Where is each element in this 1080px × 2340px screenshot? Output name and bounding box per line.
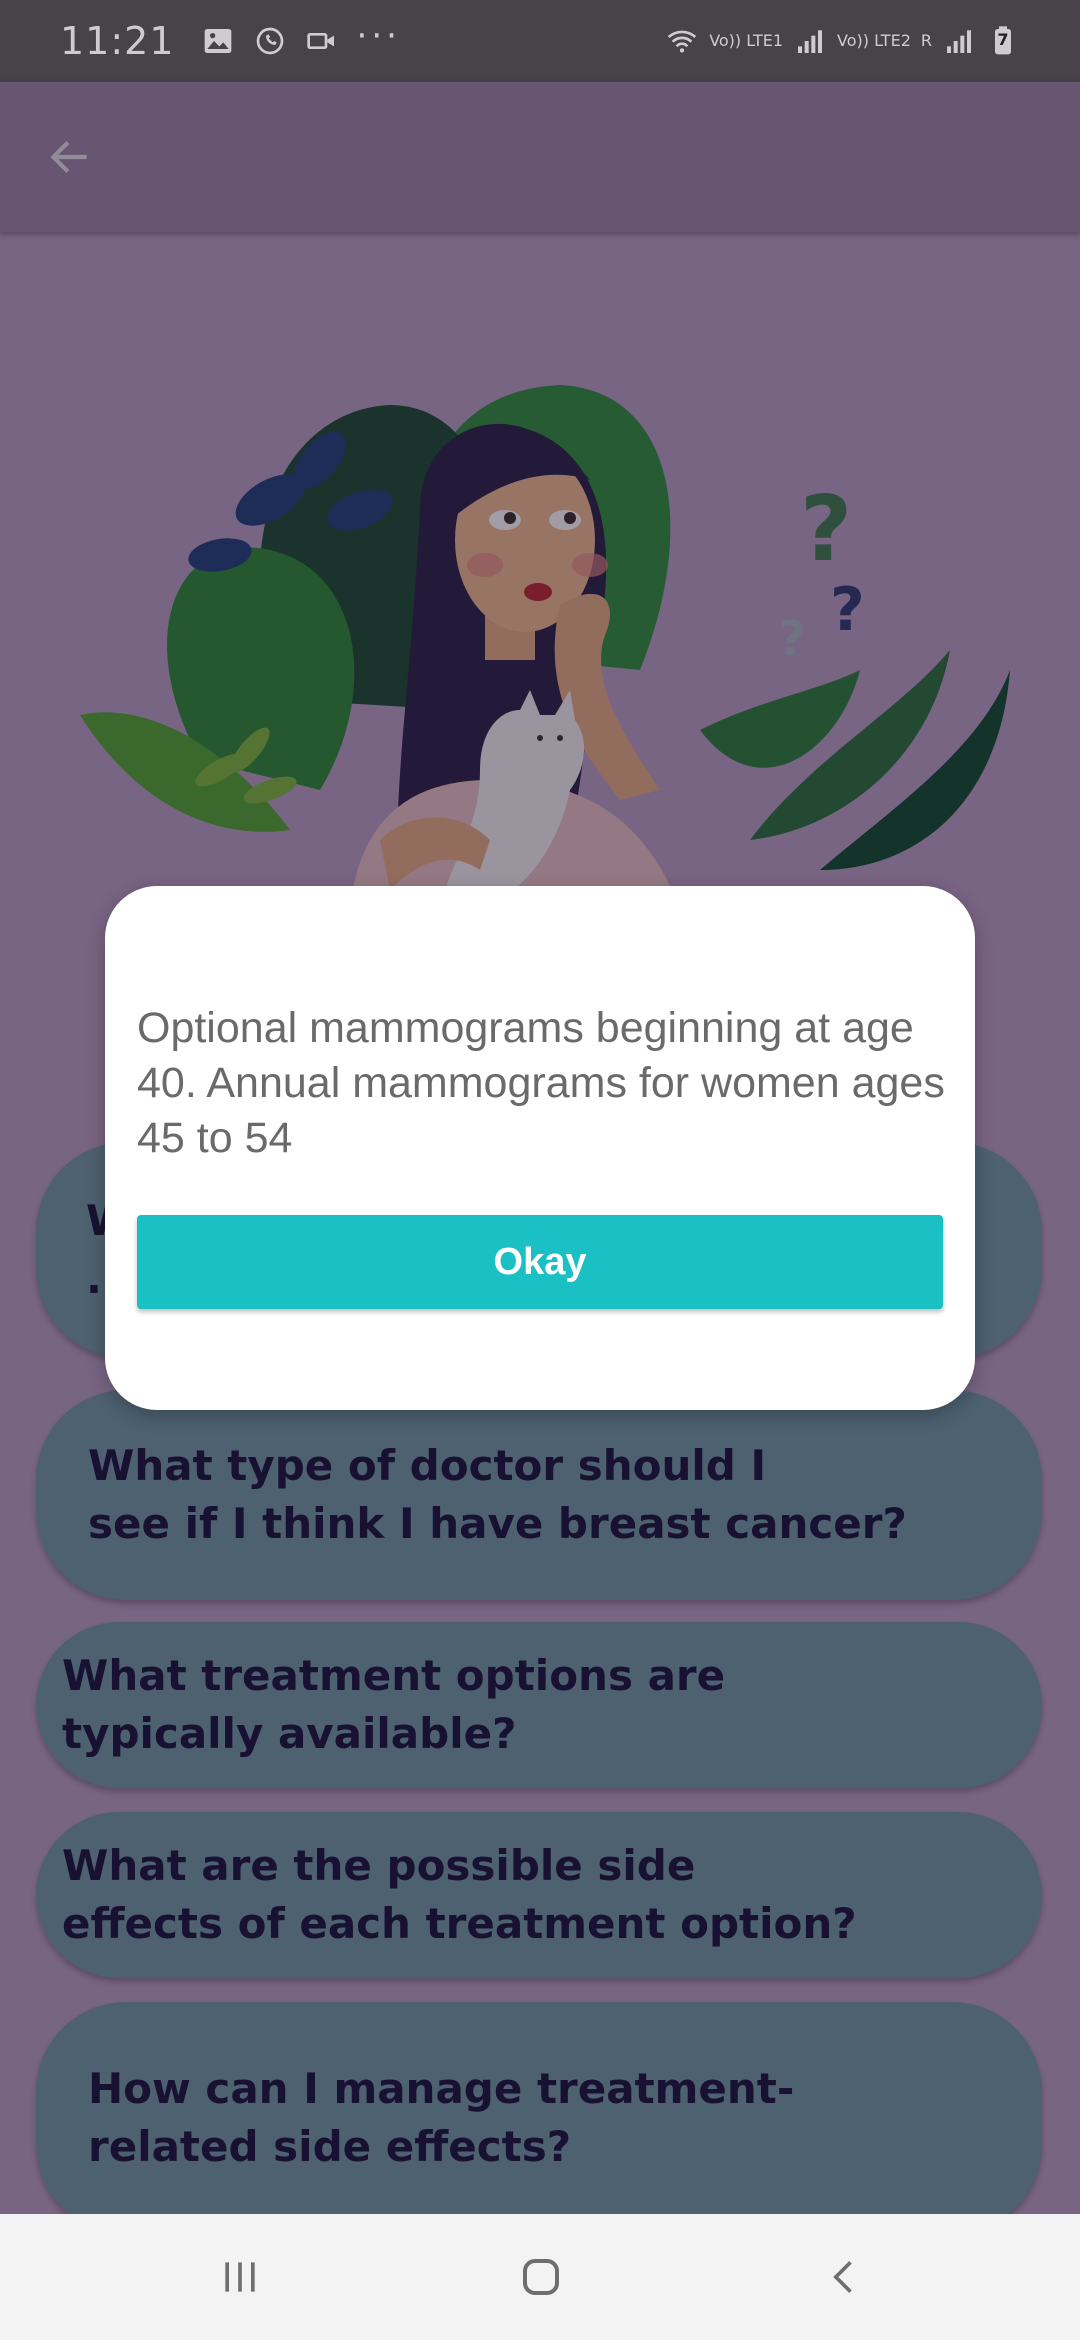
- notification-icons: ···: [201, 19, 401, 57]
- video-icon: [305, 25, 339, 57]
- answer-dialog: Optional mammograms beginning at age 40.…: [105, 886, 975, 1410]
- battery-icon: 7: [986, 25, 1020, 57]
- signal-icon: [942, 25, 976, 57]
- home-icon: [523, 2259, 559, 2295]
- sim2-label: Vo)) LTE2: [837, 31, 911, 50]
- signal-icon: [793, 25, 827, 57]
- navigation-bar: [0, 2214, 1080, 2340]
- okay-button[interactable]: Okay: [137, 1215, 943, 1309]
- recents-button[interactable]: [205, 2242, 275, 2312]
- system-icons: Vo)) LTE1 Vo)) LTE2 R 7: [665, 25, 1020, 57]
- status-time: 11:21: [60, 19, 175, 63]
- sim1-label: Vo)) LTE1: [709, 31, 784, 50]
- recents-icon: [225, 2262, 255, 2292]
- status-bar: 11:21 ··· Vo)) LTE1 Vo)) LTE2 R 7: [0, 0, 1080, 82]
- back-icon: [833, 2261, 852, 2293]
- whatsapp-icon: [253, 25, 287, 57]
- more-notifications-icon: ···: [356, 16, 401, 56]
- nav-back-button[interactable]: [810, 2242, 880, 2312]
- dialog-message: Optional mammograms beginning at age 40.…: [137, 1004, 945, 1162]
- wifi-icon: [665, 25, 699, 57]
- battery-level: 7: [997, 30, 1009, 49]
- roaming-indicator: R: [920, 31, 932, 50]
- home-button[interactable]: [506, 2242, 576, 2312]
- gallery-icon: [201, 25, 235, 57]
